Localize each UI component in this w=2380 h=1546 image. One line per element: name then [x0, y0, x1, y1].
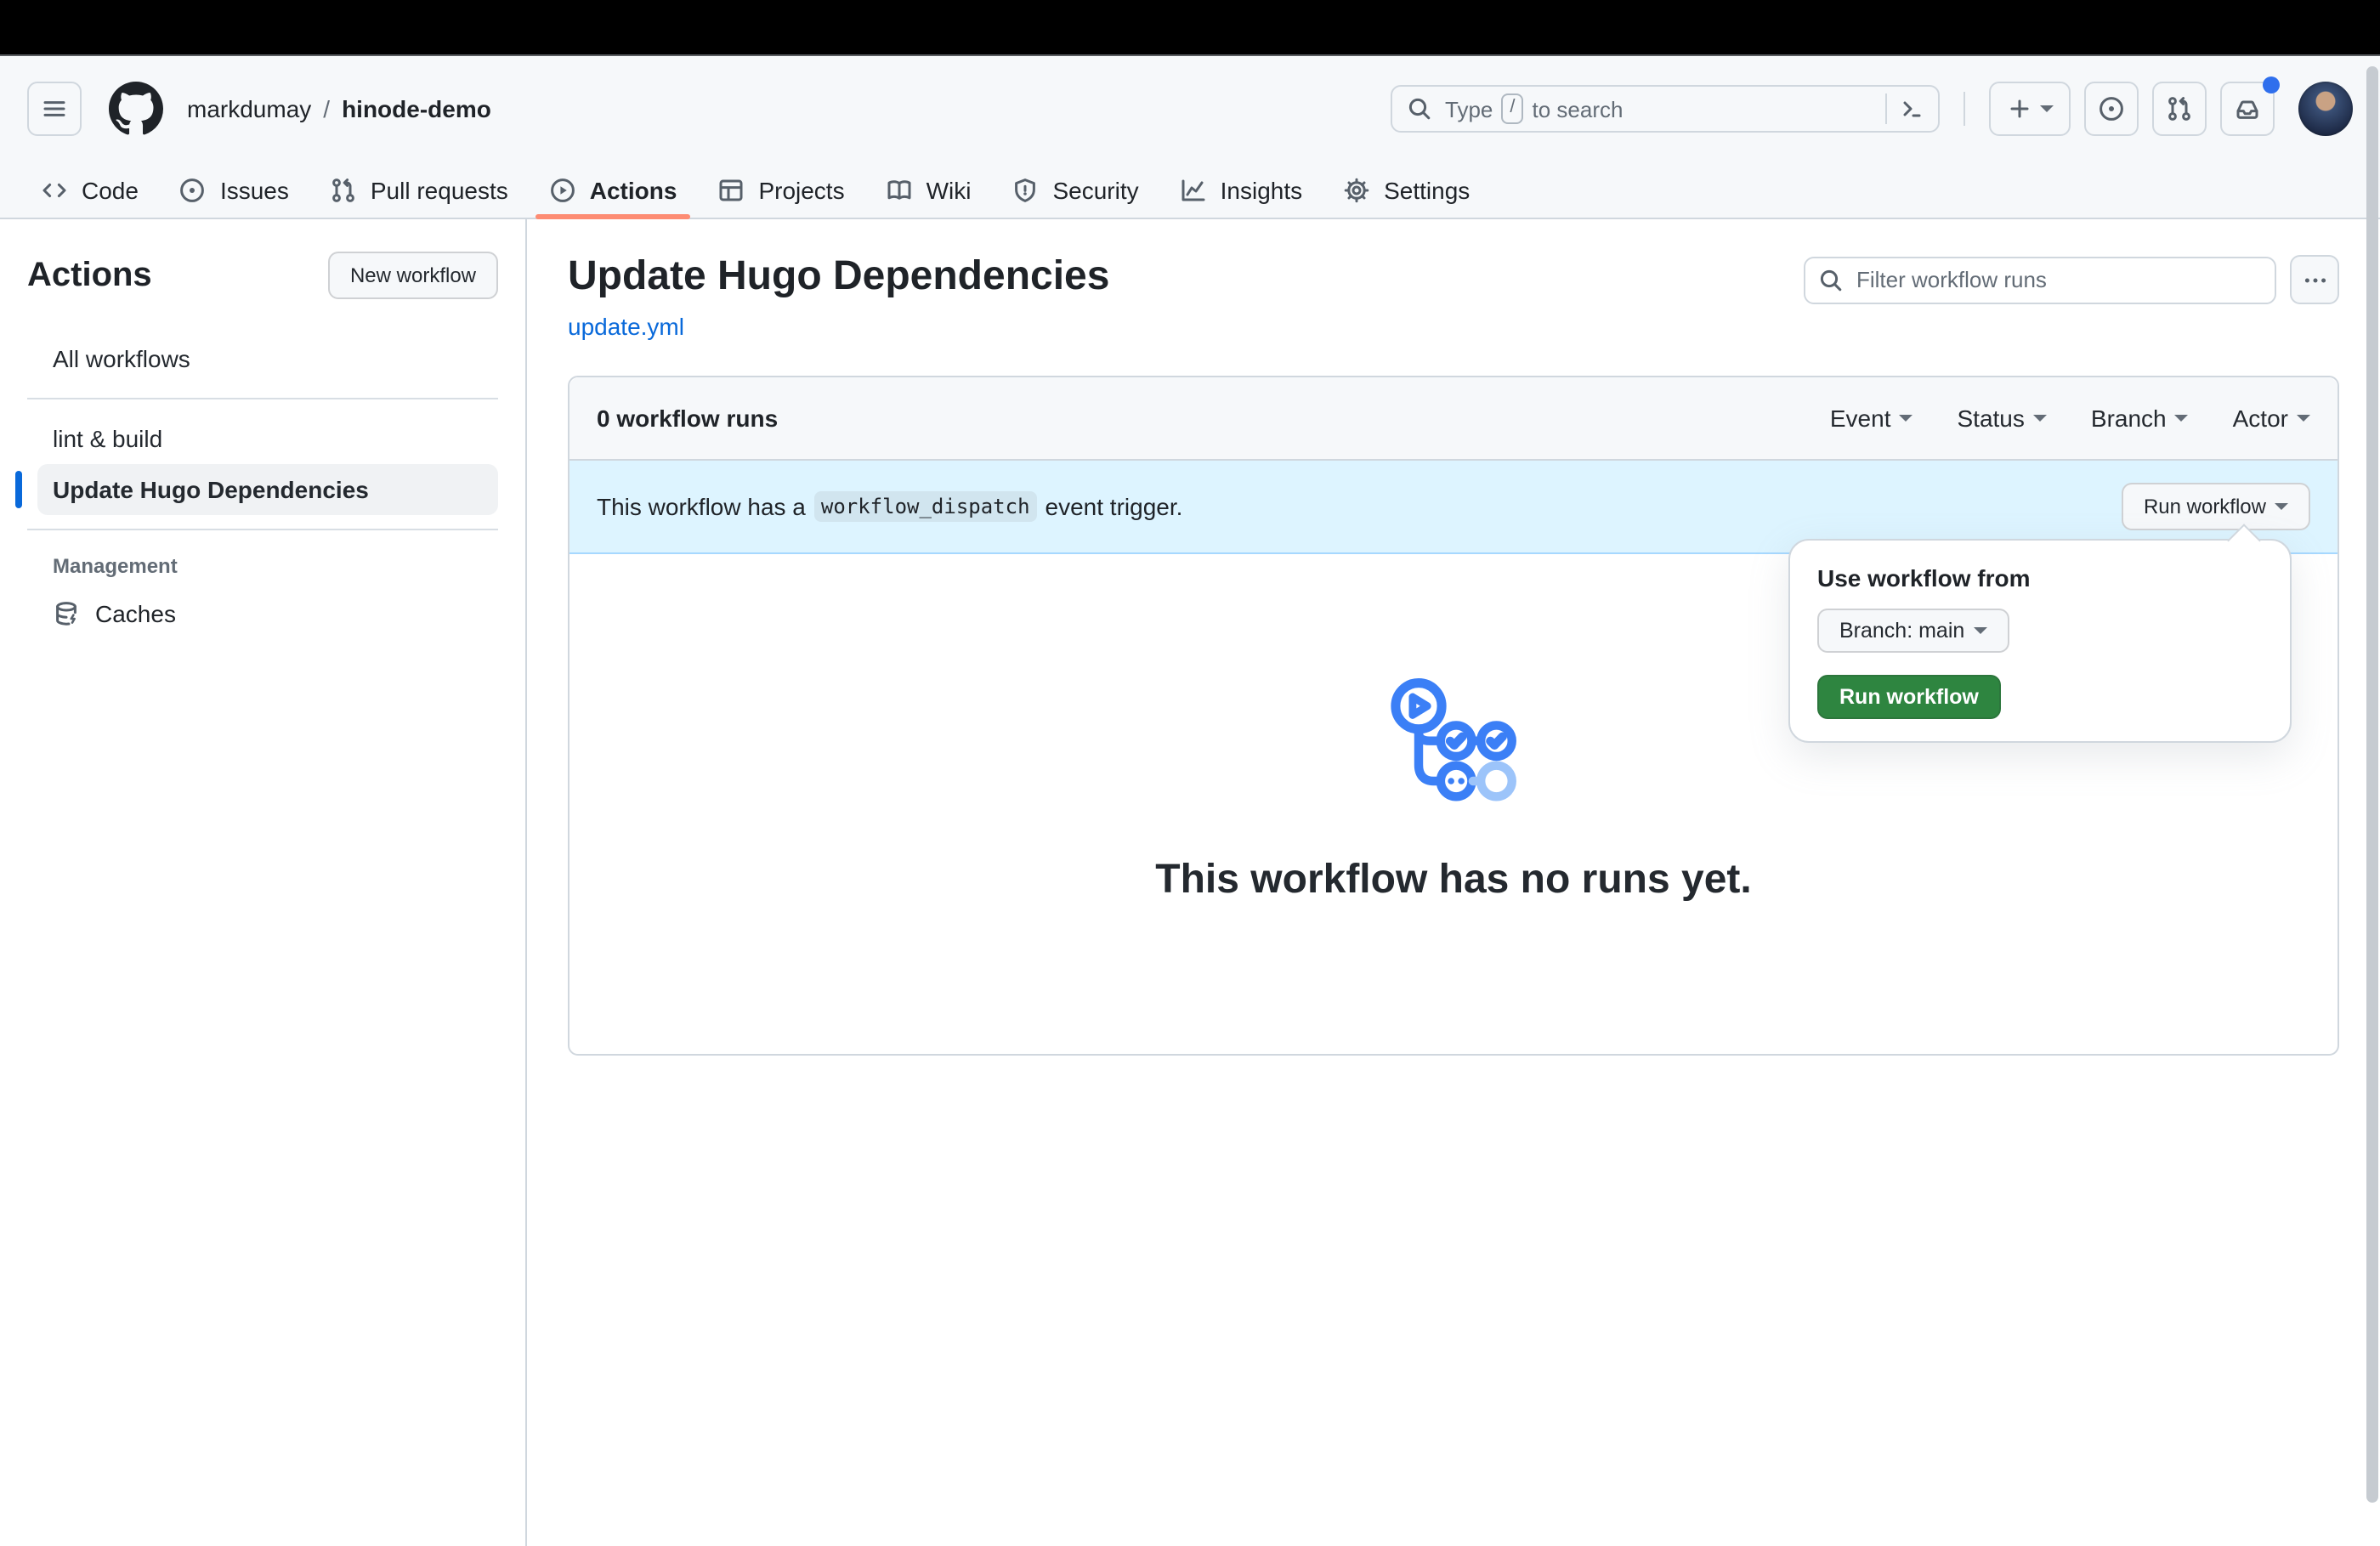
tab-code[interactable]: Code	[24, 161, 156, 218]
tab-actions[interactable]: Actions	[532, 161, 694, 218]
run-workflow-popover: Use workflow from Branch: main Run workf…	[1788, 539, 2292, 743]
database-icon	[53, 600, 80, 627]
table-icon	[717, 176, 745, 203]
workflow-graph-illustration	[1384, 677, 1523, 817]
avatar[interactable]	[2298, 82, 2353, 136]
inbox-icon	[2234, 95, 2261, 122]
tab-pull-requests[interactable]: Pull requests	[313, 161, 525, 218]
actions-sidebar: Actions New workflow All workflows lint …	[0, 219, 527, 1546]
command-palette-icon[interactable]	[1897, 95, 1924, 122]
issue-opened-icon	[179, 176, 207, 203]
hamburger-menu-button[interactable]	[27, 82, 82, 136]
tab-projects[interactable]: Projects	[700, 161, 861, 218]
management-section-label: Management	[27, 554, 498, 578]
chevron-down-icon	[1973, 627, 1986, 634]
code-icon	[41, 176, 68, 203]
branch-select-button[interactable]: Branch: main	[1817, 609, 2009, 653]
issue-opened-icon	[2098, 95, 2125, 122]
scrollbar[interactable]	[2363, 56, 2380, 1546]
flash-text-after: event trigger.	[1046, 494, 1183, 521]
chevron-down-icon	[2175, 416, 2189, 422]
page-title: Update Hugo Dependencies	[568, 255, 1109, 300]
popover-heading: Use workflow from	[1817, 564, 2263, 592]
github-mark-icon	[109, 82, 163, 136]
divider	[1964, 92, 1965, 126]
tab-settings[interactable]: Settings	[1326, 161, 1487, 218]
shield-icon	[1012, 176, 1039, 203]
kebab-horizontal-icon	[2301, 266, 2328, 293]
top-black-bar	[0, 0, 2380, 56]
breadcrumb: markdumay / hinode-demo	[187, 95, 491, 122]
tab-wiki[interactable]: Wiki	[869, 161, 989, 218]
tab-insights[interactable]: Insights	[1163, 161, 1320, 218]
tab-issues[interactable]: Issues	[162, 161, 306, 218]
book-icon	[886, 176, 913, 203]
workflow-dispatch-code: workflow_dispatch	[814, 492, 1037, 523]
divider	[27, 398, 498, 399]
play-icon	[549, 176, 576, 203]
create-new-button[interactable]	[1989, 82, 2071, 136]
breadcrumb-owner-link[interactable]: markdumay	[187, 95, 311, 122]
chevron-down-icon	[2033, 416, 2047, 422]
search-placeholder-prefix: Type	[1445, 96, 1493, 122]
github-logo[interactable]	[109, 82, 163, 136]
status-filter-dropdown[interactable]: Status	[1958, 405, 2047, 433]
slash-key-icon: /	[1501, 93, 1523, 124]
main-content: Update Hugo Dependencies update.yml 0 wo…	[527, 219, 2380, 1546]
actor-filter-dropdown[interactable]: Actor	[2233, 405, 2310, 433]
sidebar-title: Actions	[27, 256, 152, 295]
scrollbar-thumb[interactable]	[2366, 66, 2377, 1503]
chevron-down-icon	[2275, 504, 2288, 511]
workflow-list: All workflows lint & build Update Hugo D…	[27, 333, 498, 639]
sidebar-item-lint-and-build[interactable]: lint & build	[37, 413, 498, 464]
run-workflow-submit-button[interactable]: Run workflow	[1817, 675, 2001, 719]
sidebar-item-caches[interactable]: Caches	[37, 588, 498, 639]
branch-filter-dropdown[interactable]: Branch	[2091, 405, 2189, 433]
search-icon	[1406, 95, 1433, 122]
breadcrumb-separator: /	[323, 95, 330, 122]
workflow-file-link[interactable]: update.yml	[568, 314, 684, 341]
search-placeholder-suffix: to search	[1533, 96, 1624, 122]
event-filter-dropdown[interactable]: Event	[1830, 405, 1913, 433]
empty-state-heading: This workflow has no runs yet.	[1155, 858, 1751, 905]
chevron-down-icon	[2040, 105, 2054, 112]
runs-count-label: 0 workflow runs	[597, 405, 778, 433]
hamburger-icon	[41, 95, 68, 122]
chevron-down-icon	[2297, 416, 2310, 422]
plus-icon	[2006, 95, 2033, 122]
graph-icon	[1180, 176, 1207, 203]
git-pull-request-icon	[2166, 95, 2193, 122]
tab-security[interactable]: Security	[994, 161, 1155, 218]
repo-nav: Code Issues Pull requests Actions Projec…	[0, 161, 2380, 219]
pull-requests-dashboard-button[interactable]	[2152, 82, 2207, 136]
global-search-input[interactable]: Type / to search	[1391, 85, 1940, 133]
divider	[1885, 93, 1887, 124]
sidebar-item-label: Caches	[95, 600, 176, 627]
run-workflow-dropdown-button[interactable]: Run workflow	[2122, 484, 2310, 531]
new-workflow-button[interactable]: New workflow	[328, 252, 498, 299]
app-header: markdumay / hinode-demo Type / to search	[0, 56, 2380, 219]
breadcrumb-repo-link[interactable]: hinode-demo	[342, 95, 491, 122]
chevron-down-icon	[1900, 416, 1913, 422]
filter-workflow-runs-input[interactable]	[1804, 256, 2276, 303]
flash-text-before: This workflow has a	[597, 494, 806, 521]
search-icon	[1817, 266, 1844, 293]
issues-dashboard-button[interactable]	[2084, 82, 2139, 136]
inbox-button[interactable]	[2220, 82, 2275, 136]
workflow-options-button[interactable]	[2290, 255, 2339, 304]
git-pull-request-icon	[330, 176, 357, 203]
sidebar-item-all-workflows[interactable]: All workflows	[37, 333, 498, 384]
gear-icon	[1343, 176, 1370, 203]
divider	[27, 529, 498, 530]
notification-dot	[2263, 76, 2280, 93]
sidebar-item-update-hugo-dependencies[interactable]: Update Hugo Dependencies	[37, 464, 498, 515]
